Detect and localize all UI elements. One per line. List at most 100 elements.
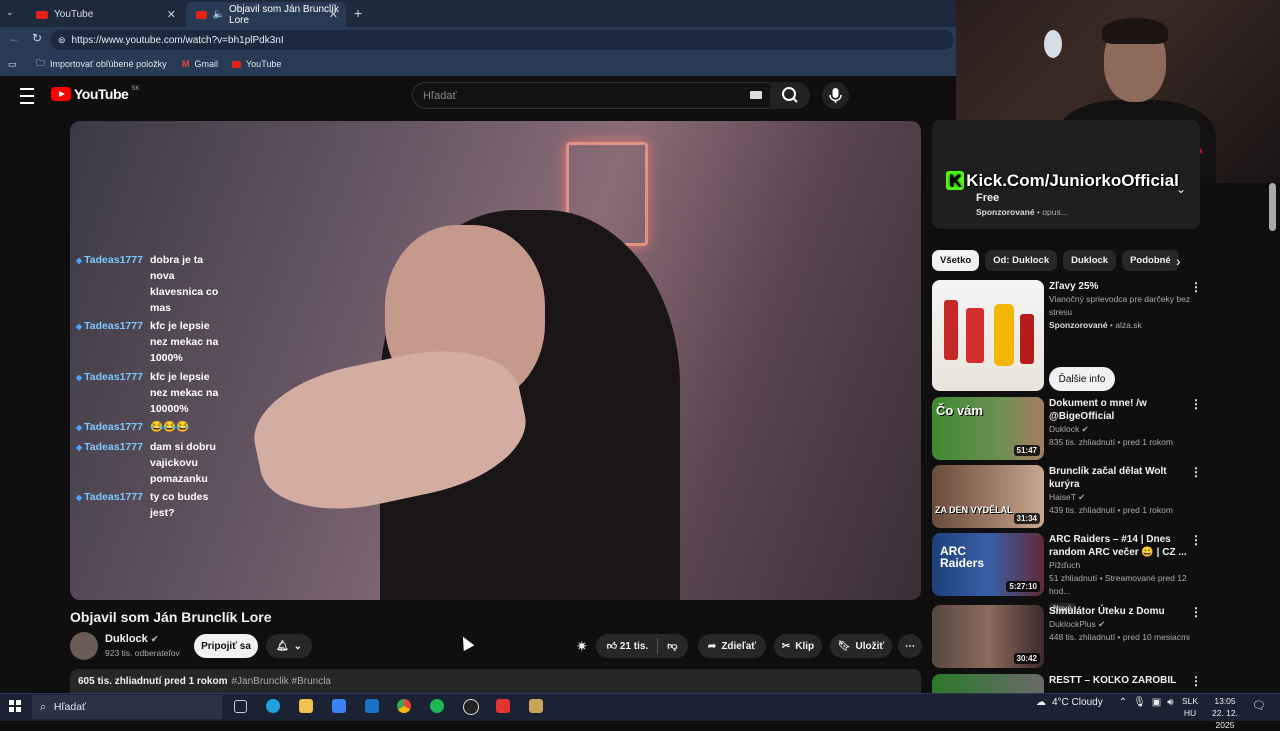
channel-name[interactable]: Duklock ✔: [105, 633, 158, 645]
ad-description: Vianočný sprievodca pre darčeky bez stre…: [1049, 294, 1191, 317]
taskbar-search-placeholder: Hľadať: [53, 701, 86, 713]
more-vert-icon[interactable]: ⋮: [1190, 605, 1202, 619]
join-button[interactable]: Pripojiť sa: [194, 634, 258, 658]
bookmark-import[interactable]: 🗀 Importovať obľúbené položky: [36, 52, 167, 76]
chrome-icon[interactable]: [397, 699, 411, 713]
browser-tab-bar: ⌄ YouTube ✕ 🔈 Objavil som Ján Brunclík L…: [0, 0, 956, 27]
kick-overlay: K Kick.Com/JuniorkoOfficial: [946, 171, 1179, 191]
tab-list-icon[interactable]: ⌄: [6, 7, 14, 18]
more-vert-icon[interactable]: ⋮: [1190, 280, 1202, 294]
edge-icon[interactable]: [266, 699, 280, 713]
ad-domain: opus...: [1042, 207, 1068, 217]
lang-layout: HU: [1183, 708, 1197, 718]
tab-youtube[interactable]: YouTube ✕: [26, 2, 184, 27]
refresh-icon[interactable]: ↻: [32, 31, 42, 45]
spotify-icon[interactable]: [430, 699, 444, 713]
notification-icon[interactable]: 🗨: [1252, 699, 1266, 712]
bookmark-gmail[interactable]: M Gmail: [182, 52, 218, 76]
chip-similar[interactable]: Podobné: [1122, 250, 1179, 271]
speaker-icon[interactable]: 🔈: [213, 9, 225, 20]
url-field[interactable]: ⊜ https://www.youtube.com/watch?v=bh1plP…: [50, 30, 954, 50]
chip-channel[interactable]: Duklock: [1063, 250, 1117, 271]
sidebar-toggle-icon[interactable]: ▭: [8, 52, 17, 76]
bookmark-youtube[interactable]: YouTube: [232, 52, 281, 76]
chevron-up-icon[interactable]: ⌃: [1119, 697, 1127, 708]
tab-active-video[interactable]: 🔈 Objavil som Ján Brunclík Lore ✕: [186, 2, 346, 27]
more-vert-icon[interactable]: ⋮: [1190, 397, 1202, 411]
close-icon[interactable]: ✕: [167, 8, 176, 21]
chip-all[interactable]: Všetko: [932, 250, 980, 271]
more-vert-icon[interactable]: ⋮: [1190, 533, 1202, 547]
rec-channel: Pížďuch: [1049, 560, 1081, 570]
channel-avatar[interactable]: [70, 632, 98, 660]
clock[interactable]: 13:05 22. 12. 2025: [1202, 695, 1248, 731]
app-icon[interactable]: [529, 699, 543, 713]
like-dislike-group: 👍︎ 21 tis. 👎︎: [596, 634, 688, 658]
video-title: Objavil som Ján Brunclík Lore: [70, 609, 272, 625]
hashtags[interactable]: #JanBrunclik #Bruncla: [231, 676, 331, 687]
voice-search-button[interactable]: [822, 82, 849, 109]
network-icon[interactable]: ▣: [1152, 697, 1161, 708]
store-icon[interactable]: [332, 699, 346, 713]
recommendation-item[interactable]: RESTT – KOĽKO ZAROBIL: [932, 674, 1267, 693]
microphone-icon: [829, 88, 842, 103]
task-view-icon[interactable]: [234, 700, 247, 713]
outlook-icon[interactable]: [365, 699, 379, 713]
scrollbar-thumb[interactable]: [1269, 183, 1276, 231]
microphone-icon[interactable]: 🎙︎: [1133, 697, 1146, 708]
save-button[interactable]: 🔖︎ Uložiť: [830, 634, 892, 658]
video-thumbnail: ARC Raiders 5:27:10: [932, 533, 1044, 596]
like-button[interactable]: 👍︎ 21 tis.: [607, 640, 649, 652]
share-button[interactable]: ➦ Zdieľať: [698, 634, 766, 658]
logo-text: YouTube: [74, 86, 129, 102]
mouse-cursor: [457, 633, 475, 652]
kick-url: Kick.Com/JuniorkoOfficial: [966, 171, 1179, 190]
join-label: Pripojiť sa: [201, 640, 251, 652]
video-duration: 51:47: [1013, 445, 1040, 456]
gmail-icon: M: [182, 59, 190, 69]
new-tab-icon[interactable]: +: [354, 5, 362, 21]
thumbnail-text: ARC Raiders: [940, 544, 985, 570]
youtube-logo[interactable]: YouTube SK: [51, 86, 139, 102]
site-info-icon[interactable]: ⊜: [58, 35, 66, 46]
clip-button[interactable]: ✂ Klip: [774, 634, 822, 658]
dislike-button[interactable]: 👎︎: [667, 640, 677, 652]
weather-text[interactable]: 4°C Cloudy: [1052, 697, 1103, 708]
chat-text: kfc je lepsie nez mekac na 10000%: [150, 371, 219, 415]
keyboard-icon[interactable]: [750, 91, 762, 99]
volume-icon[interactable]: 🔊︎: [1167, 697, 1173, 708]
clock-time: 13:05: [1214, 696, 1236, 706]
subscribed-bell-button[interactable]: 🔔︎ ⌄: [266, 634, 312, 658]
back-icon[interactable]: ←: [8, 31, 20, 45]
clip-label: Klip: [795, 640, 815, 652]
app-icon[interactable]: [496, 699, 510, 713]
more-actions-button[interactable]: ⋯: [898, 634, 922, 658]
youtube-play-icon: [51, 87, 71, 101]
thumbnail-text: ZA DEN VYDĚLAL: [935, 505, 1013, 515]
recommendation-item[interactable]: 30:42 Simulátor Úteku z Domu DuklockPlus…: [932, 605, 1267, 668]
recommendation-item[interactable]: Čo vám 51:47 Dokument o mne! /w @BigeOff…: [932, 397, 1267, 460]
file-explorer-icon[interactable]: [299, 699, 313, 713]
recommendation-item[interactable]: ZA DEN VYDĚLAL 31:34 Brunclík začal děla…: [932, 465, 1267, 528]
chat-text: dam si dobru vajickovu pomazanku: [150, 441, 216, 485]
language-indicator[interactable]: SLK HU: [1182, 695, 1198, 719]
rec-title: ARC Raiders – #14 | Dnes random ARC veče…: [1049, 534, 1187, 558]
description-box[interactable]: 605 tis. zhliadnutí pred 1 rokom #JanBru…: [70, 669, 921, 693]
more-vert-icon[interactable]: ⋮: [1190, 674, 1202, 688]
windows-start-icon[interactable]: [9, 700, 21, 712]
recommendation-item[interactable]: ARC Raiders 5:27:10 ARC Raiders – #14 | …: [932, 533, 1267, 616]
search-input[interactable]: Hľadať: [412, 82, 771, 109]
view-stats: 605 tis. zhliadnutí pred 1 rokom: [78, 675, 228, 687]
search-button[interactable]: [770, 82, 810, 109]
folder-icon: 🗀: [36, 58, 46, 68]
chevron-right-icon[interactable]: ›: [1176, 253, 1181, 269]
ai-sparkle-icon[interactable]: ✷: [576, 638, 588, 655]
close-icon[interactable]: ✕: [329, 8, 338, 21]
chip-from-channel[interactable]: Od: Duklock: [985, 250, 1058, 271]
obs-icon[interactable]: [463, 699, 479, 715]
taskbar-search[interactable]: ⌕ Hľadať: [32, 695, 222, 719]
chat-message: Tadeas1777dobra je ta nova klavesnica co…: [76, 252, 222, 316]
more-vert-icon[interactable]: ⋮: [1190, 465, 1202, 479]
hamburger-menu-icon[interactable]: [20, 88, 34, 104]
learn-more-button[interactable]: Ďalšie info: [1049, 367, 1115, 391]
